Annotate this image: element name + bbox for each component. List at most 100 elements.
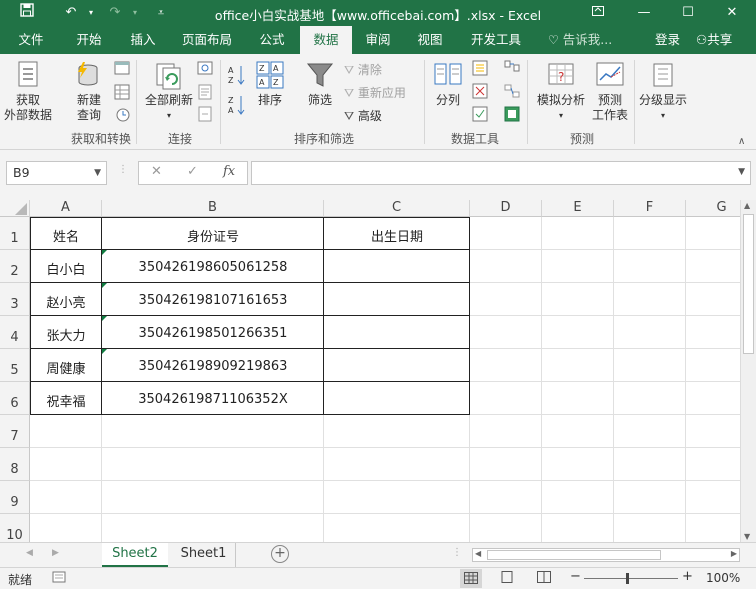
tab-data[interactable]: 数据: [300, 26, 352, 54]
share-button[interactable]: ⚇共享: [696, 26, 732, 54]
normal-view-icon[interactable]: [460, 569, 482, 588]
tab-split-grip-icon[interactable]: ⋮: [452, 547, 462, 558]
header-cell-name[interactable]: 姓名: [30, 226, 102, 245]
reapply-button[interactable]: ⛛ 重新应用: [344, 83, 406, 103]
advanced-filter-button[interactable]: ⛛ 高级: [344, 106, 382, 126]
new-query-button[interactable]: 新建 查询: [64, 60, 114, 123]
zoom-in-icon[interactable]: +: [682, 569, 693, 584]
from-table-icon[interactable]: [114, 84, 130, 104]
zoom-level[interactable]: 100%: [706, 571, 740, 585]
maximize-icon[interactable]: ☐: [673, 3, 703, 23]
clear-filter-button[interactable]: ⛛ 清除: [344, 60, 382, 80]
flash-fill-icon[interactable]: [472, 60, 488, 80]
text-to-columns-button[interactable]: 分列: [428, 60, 468, 108]
insert-function-icon[interactable]: fx: [223, 164, 235, 179]
cell-id[interactable]: 350426198107161653: [102, 293, 324, 308]
formula-input[interactable]: ▼: [251, 161, 751, 185]
zoom-slider[interactable]: [584, 578, 678, 579]
column-header-b[interactable]: B: [102, 200, 324, 217]
header-cell-id[interactable]: 身份证号: [102, 226, 324, 245]
filter-button[interactable]: 筛选: [300, 60, 340, 108]
get-external-data-button[interactable]: 获取 外部数据: [2, 60, 54, 123]
vertical-scrollbar[interactable]: ▲ ▼: [740, 200, 756, 542]
ribbon-display-icon[interactable]: [583, 3, 613, 23]
zoom-out-icon[interactable]: −: [570, 569, 581, 584]
name-box-dropdown-icon[interactable]: ▼: [94, 162, 101, 184]
what-if-analysis-button[interactable]: ? 模拟分析 ▾: [534, 60, 588, 123]
scroll-up-icon[interactable]: ▲: [744, 201, 750, 210]
scroll-down-icon[interactable]: ▼: [744, 532, 750, 541]
row-header-6[interactable]: 6: [0, 382, 30, 415]
outline-button[interactable]: 分级显示 ▾: [636, 60, 690, 123]
tab-insert[interactable]: 插入: [120, 26, 166, 54]
cell-id[interactable]: 350426198501266351: [102, 326, 324, 341]
properties-icon[interactable]: [197, 84, 213, 104]
connections-icon[interactable]: [197, 60, 213, 80]
add-sheet-icon[interactable]: +: [271, 545, 289, 563]
edit-links-icon[interactable]: [197, 106, 213, 126]
consolidate-icon[interactable]: [504, 60, 520, 80]
minimize-icon[interactable]: —: [629, 3, 659, 23]
cell-id[interactable]: 350426198909219863: [102, 359, 324, 374]
tab-developer[interactable]: 开发工具: [462, 26, 530, 54]
show-queries-icon[interactable]: [114, 60, 130, 80]
expand-formula-icon[interactable]: ▼: [738, 167, 745, 177]
row-header-1[interactable]: 1: [0, 217, 30, 250]
manage-data-model-icon[interactable]: [504, 106, 520, 126]
data-validation-icon[interactable]: [472, 106, 488, 126]
cell-id[interactable]: 35042619871106352X: [102, 392, 324, 407]
sort-ascending-icon[interactable]: AZ: [228, 64, 246, 85]
row-header-4[interactable]: 4: [0, 316, 30, 349]
scroll-right-icon[interactable]: ▶: [731, 549, 737, 558]
row-header-8[interactable]: 8: [0, 448, 30, 481]
tab-page-layout[interactable]: 页面布局: [174, 26, 240, 54]
tab-formulas[interactable]: 公式: [250, 26, 294, 54]
horizontal-scroll-thumb[interactable]: [487, 550, 661, 560]
header-cell-birth[interactable]: 出生日期: [324, 226, 470, 245]
column-header-d[interactable]: D: [470, 200, 542, 217]
remove-duplicates-icon[interactable]: [472, 83, 488, 103]
close-icon[interactable]: ✕: [717, 3, 747, 23]
row-header-10[interactable]: 10: [0, 514, 30, 542]
enter-icon[interactable]: ✓: [187, 164, 198, 179]
row-header-7[interactable]: 7: [0, 415, 30, 448]
sheet-tab-sheet2[interactable]: Sheet2: [102, 543, 168, 567]
column-header-f[interactable]: F: [614, 200, 686, 217]
relationships-icon[interactable]: [504, 83, 520, 103]
cell-name[interactable]: 祝幸福: [30, 391, 102, 410]
cell-name[interactable]: 白小白: [30, 259, 102, 278]
column-header-a[interactable]: A: [30, 200, 102, 217]
zoom-slider-thumb[interactable]: [626, 573, 629, 584]
row-header-5[interactable]: 5: [0, 349, 30, 382]
macro-record-icon[interactable]: [52, 571, 66, 586]
tab-file[interactable]: 文件: [8, 26, 54, 54]
cell-id[interactable]: 350426198605061258: [102, 260, 324, 275]
sheet-tab-sheet1[interactable]: Sheet1: [172, 543, 236, 567]
column-header-c[interactable]: C: [324, 200, 470, 217]
cancel-icon[interactable]: ✕: [151, 164, 162, 179]
select-all-corner[interactable]: [0, 200, 30, 217]
scroll-left-icon[interactable]: ◀: [475, 549, 481, 558]
row-header-9[interactable]: 9: [0, 481, 30, 514]
row-header-3[interactable]: 3: [0, 283, 30, 316]
refresh-all-button[interactable]: 全部刷新 ▾: [142, 60, 196, 123]
collapse-ribbon-icon[interactable]: ∧: [738, 136, 745, 147]
tab-view[interactable]: 视图: [408, 26, 452, 54]
page-layout-view-icon[interactable]: [500, 571, 514, 586]
worksheet-grid[interactable]: A B C D E F G 1 2 3 4 5 6 7 8 9 10 姓名 身份…: [0, 200, 756, 542]
sheet-prev-icon[interactable]: ◀: [26, 548, 33, 558]
login-link[interactable]: 登录: [655, 26, 680, 54]
sort-descending-icon[interactable]: ZA: [228, 94, 246, 115]
cell-name[interactable]: 周健康: [30, 358, 102, 377]
tab-home[interactable]: 开始: [66, 26, 112, 54]
cell-name[interactable]: 赵小亮: [30, 292, 102, 311]
vertical-scroll-thumb[interactable]: [743, 214, 754, 354]
name-box[interactable]: B9 ▼: [6, 161, 107, 185]
tell-me-box[interactable]: ♡ 告诉我...: [548, 26, 612, 54]
sheet-next-icon[interactable]: ▶: [52, 548, 59, 558]
row-header-2[interactable]: 2: [0, 250, 30, 283]
recent-sources-icon[interactable]: [114, 106, 130, 126]
page-break-view-icon[interactable]: [537, 571, 551, 586]
horizontal-scrollbar[interactable]: ◀ ▶: [472, 548, 740, 562]
sort-button[interactable]: ZAAZ 排序: [250, 60, 290, 108]
